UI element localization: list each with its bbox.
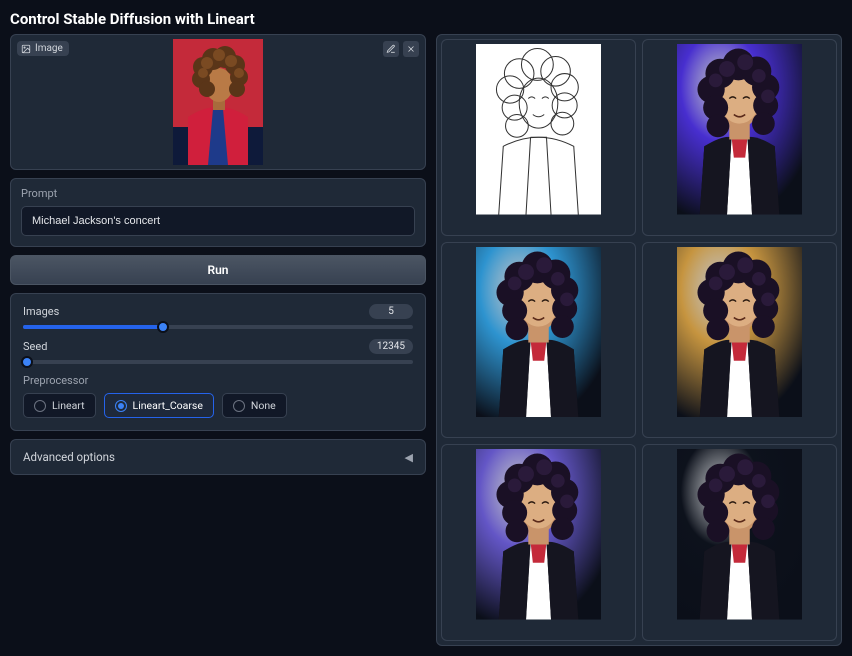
images-slider[interactable]: Images 5 <box>23 304 413 329</box>
image-icon <box>21 44 31 54</box>
prompt-input[interactable] <box>21 206 415 236</box>
preprocessor-option-label: Lineart <box>52 399 85 412</box>
generated-image <box>476 247 601 434</box>
radio-icon <box>233 400 245 412</box>
radio-icon <box>115 400 127 412</box>
images-slider-value: 5 <box>369 304 413 319</box>
lineart-preview <box>476 44 601 231</box>
advanced-options-toggle[interactable]: Advanced options ◀ <box>10 439 426 475</box>
gallery-panel <box>436 34 842 646</box>
run-button[interactable]: Run <box>10 255 426 285</box>
generated-image <box>476 449 601 636</box>
gallery-thumb[interactable] <box>642 444 837 641</box>
preprocessor-label: Preprocessor <box>23 374 413 387</box>
preprocessor-option-label: Lineart_Coarse <box>133 399 203 412</box>
seed-slider-value: 12345 <box>369 339 413 354</box>
generated-image <box>677 449 802 636</box>
gallery-thumb[interactable] <box>642 39 837 236</box>
input-image-tag-label: Image <box>35 43 63 54</box>
gallery-thumb[interactable] <box>441 39 636 236</box>
prompt-panel: Prompt <box>10 178 426 247</box>
edit-image-button[interactable] <box>383 41 399 57</box>
preprocessor-option-lineart[interactable]: Lineart <box>23 393 96 418</box>
generated-image <box>677 44 802 231</box>
close-icon <box>406 44 416 54</box>
input-image-panel[interactable]: Image <box>10 34 426 170</box>
seed-slider-label: Seed <box>23 340 47 353</box>
input-image-tag: Image <box>17 41 69 56</box>
pencil-icon <box>386 44 396 54</box>
seed-slider[interactable]: Seed 12345 <box>23 339 413 364</box>
prompt-label: Prompt <box>21 187 415 200</box>
gallery-thumb[interactable] <box>441 242 636 439</box>
chevron-left-icon: ◀ <box>405 451 413 464</box>
gallery-thumb[interactable] <box>441 444 636 641</box>
preprocessor-option-lineart_coarse[interactable]: Lineart_Coarse <box>104 393 214 418</box>
generated-image <box>677 247 802 434</box>
input-image <box>173 39 263 165</box>
radio-icon <box>34 400 46 412</box>
clear-image-button[interactable] <box>403 41 419 57</box>
page-title: Control Stable Diffusion with Lineart <box>0 0 852 34</box>
preprocessor-group: Preprocessor Lineart Lineart_Coarse None <box>23 374 413 418</box>
preprocessor-option-label: None <box>251 399 276 412</box>
advanced-options-label: Advanced options <box>23 450 115 464</box>
gallery-thumb[interactable] <box>642 242 837 439</box>
images-slider-label: Images <box>23 305 59 318</box>
preprocessor-option-none[interactable]: None <box>222 393 287 418</box>
control-panel: Images 5 Seed 12345 <box>10 293 426 431</box>
